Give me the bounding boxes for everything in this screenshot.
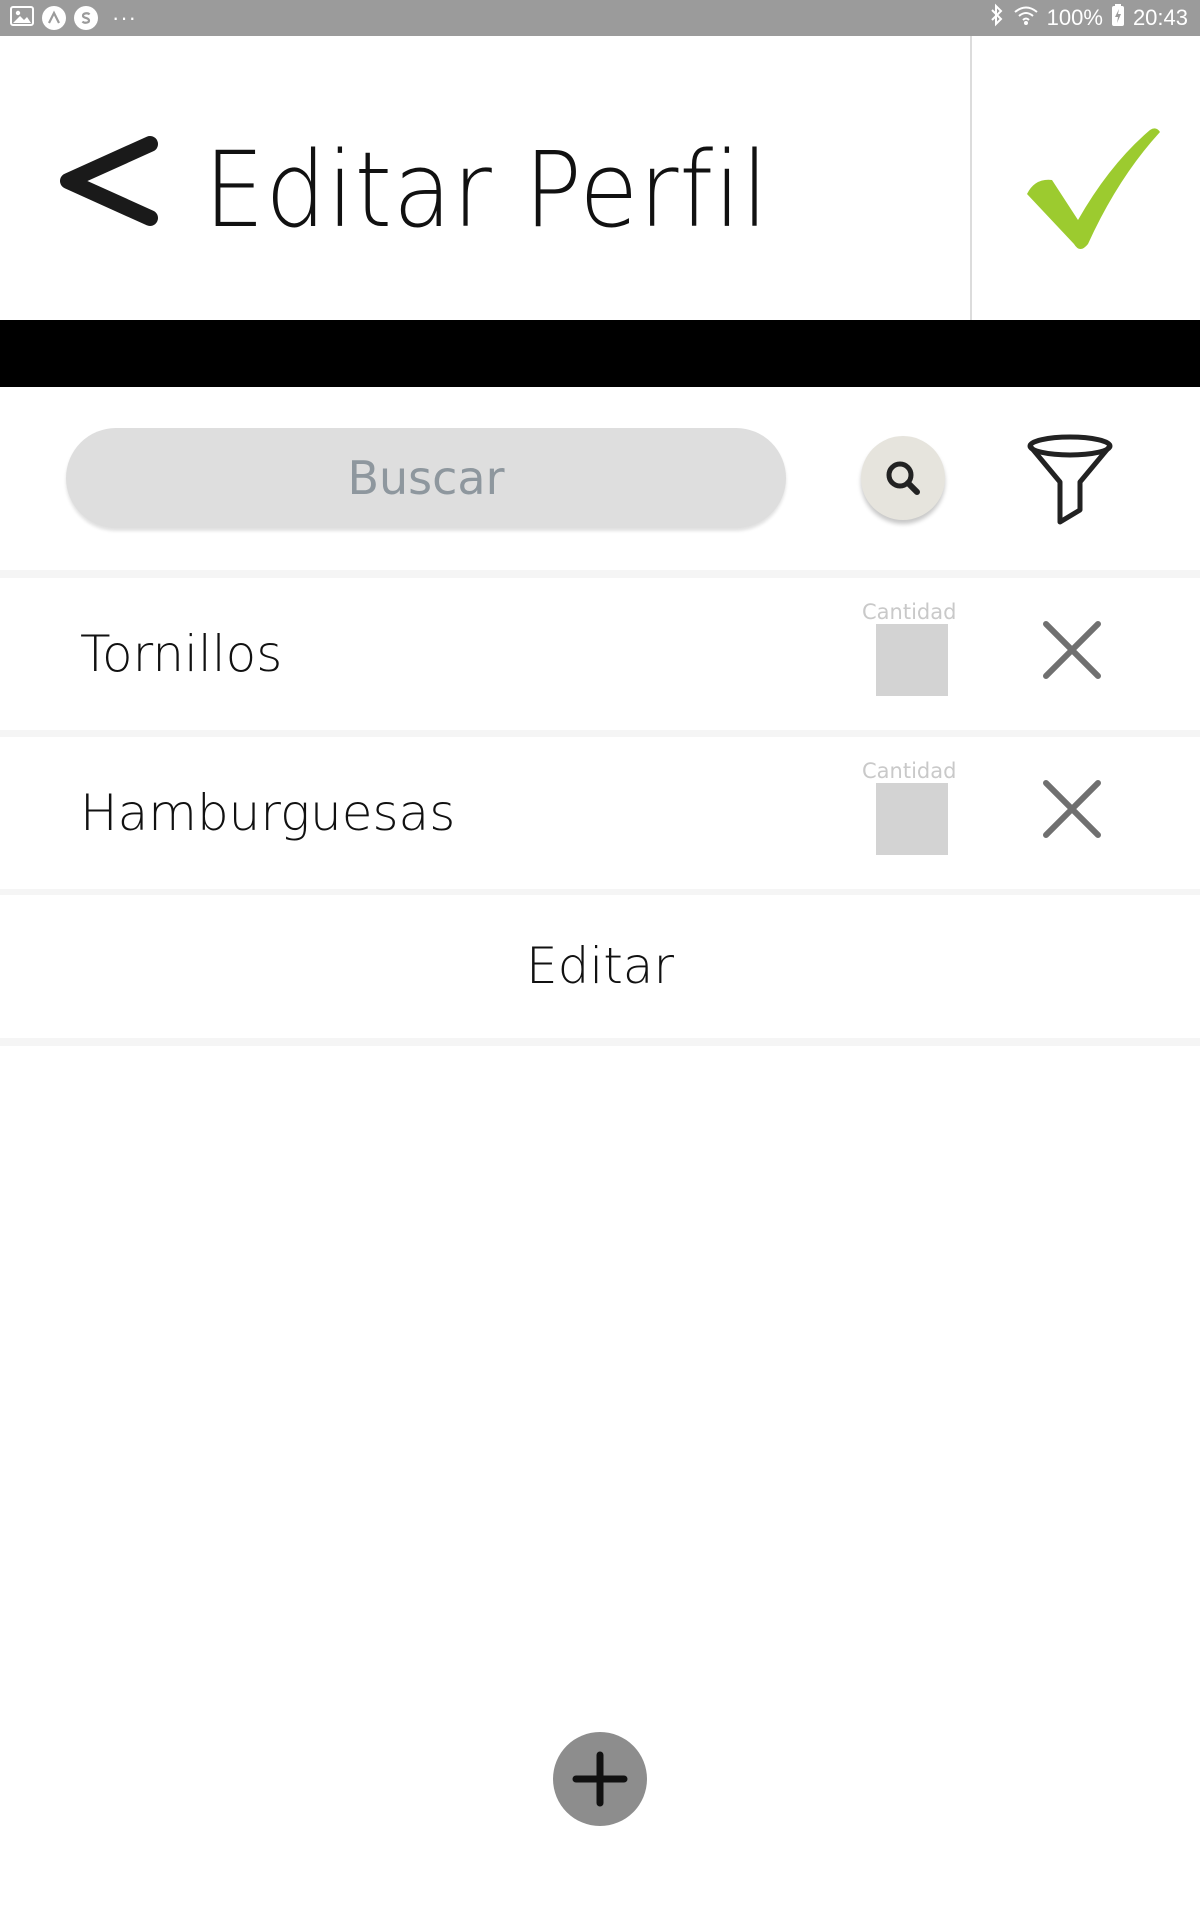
quantity-field[interactable] <box>876 783 948 855</box>
remove-item-button[interactable] <box>1040 777 1104 841</box>
item-name: Hamburguesas <box>80 784 456 842</box>
app-screen: ··· 100% 20:43 Editar Perfil Buscar Torn… <box>0 0 1200 1920</box>
battery-percentage: 100% <box>1046 5 1103 30</box>
search-icon <box>886 461 920 495</box>
checkmark-icon <box>1027 128 1160 249</box>
list-item[interactable]: Tornillos Cantidad <box>0 578 1200 730</box>
edit-label: Editar <box>525 937 675 995</box>
edit-button[interactable]: Editar <box>0 895 1200 1038</box>
confirm-button[interactable] <box>1010 116 1170 266</box>
filter-button[interactable] <box>1020 430 1120 530</box>
filter-icon <box>1027 434 1113 525</box>
row-separator <box>0 570 1200 578</box>
notification-icons: ··· <box>10 5 137 32</box>
back-button[interactable] <box>50 124 170 254</box>
search-input[interactable] <box>66 428 786 528</box>
battery-charging-icon <box>1111 3 1125 33</box>
list-item[interactable]: Hamburguesas Cantidad <box>0 737 1200 889</box>
header-band <box>0 320 1200 387</box>
quantity-label: Cantidad <box>862 600 957 624</box>
plus-icon <box>572 1751 628 1807</box>
search-button[interactable] <box>861 436 945 520</box>
app-a-icon <box>42 6 66 30</box>
row-separator <box>0 1038 1200 1046</box>
close-icon <box>1043 621 1101 679</box>
more-notifications-indicator: ··· <box>112 5 137 30</box>
clock: 20:43 <box>1132 5 1188 30</box>
chevron-left-icon <box>60 136 158 226</box>
add-item-button[interactable] <box>553 1732 647 1826</box>
app-s-icon <box>74 6 98 30</box>
status-bar: ··· 100% 20:43 <box>0 0 1200 36</box>
bluetooth-icon <box>989 3 1005 33</box>
remove-item-button[interactable] <box>1040 618 1104 682</box>
gallery-icon <box>10 5 34 32</box>
header-divider <box>970 36 972 320</box>
quantity-field[interactable] <box>876 624 948 696</box>
header: Editar Perfil <box>0 36 1200 320</box>
page-title: Editar Perfil <box>204 129 769 251</box>
item-name: Tornillos <box>80 625 283 683</box>
quantity-label: Cantidad <box>862 759 957 783</box>
wifi-icon <box>1013 4 1039 32</box>
system-status: 100% 20:43 <box>989 3 1188 33</box>
close-icon <box>1043 780 1101 838</box>
